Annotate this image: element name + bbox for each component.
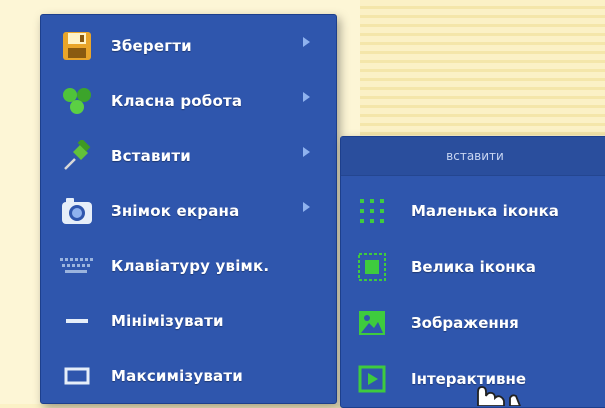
submenu-item-small-icon[interactable]: Маленька іконка — [341, 183, 605, 239]
main-context-menu: Зберегти Класна робота Вставити Знімок е… — [40, 14, 337, 404]
floppy-disk-icon — [57, 28, 97, 64]
submenu-arrow-icon — [303, 202, 310, 212]
submenu-header: вставити — [341, 137, 605, 176]
submenu-item-label: Зображення — [411, 314, 519, 332]
menu-item-label: Мінімізувати — [111, 312, 224, 330]
submenu-item-label: Маленька іконка — [411, 202, 559, 220]
submenu-arrow-icon — [303, 92, 310, 102]
large-icon-icon — [355, 250, 389, 284]
pushpin-icon — [57, 138, 97, 174]
camera-icon — [57, 193, 97, 229]
insert-submenu: вставити Маленька іконка Велика іконка З… — [340, 136, 605, 408]
minimize-icon — [57, 303, 97, 339]
submenu-arrow-icon — [303, 37, 310, 47]
menu-item-label: Класна робота — [111, 92, 243, 110]
menu-item-label: Знімок екрана — [111, 202, 240, 220]
small-icon-grid-icon — [355, 194, 389, 228]
interactive-play-icon — [355, 362, 389, 396]
submenu-item-large-icon[interactable]: Велика іконка — [341, 239, 605, 295]
menu-item-label: Клавіатуру увімк. — [111, 257, 270, 275]
submenu-arrow-icon — [303, 147, 310, 157]
submenu-item-image[interactable]: Зображення — [341, 295, 605, 351]
image-icon — [355, 306, 389, 340]
menu-item-maximize[interactable]: Максимізувати — [41, 348, 336, 404]
menu-item-save[interactable]: Зберегти — [41, 18, 336, 74]
menu-item-label: Зберегти — [111, 37, 192, 55]
menu-item-label: Вставити — [111, 147, 191, 165]
hand-cursor-icon — [477, 386, 521, 406]
menu-item-minimize[interactable]: Мінімізувати — [41, 293, 336, 349]
menu-item-insert[interactable]: Вставити — [41, 128, 336, 184]
keyboard-icon — [57, 248, 97, 284]
maximize-icon — [57, 358, 97, 394]
menu-item-screenshot[interactable]: Знімок екрана — [41, 183, 336, 239]
submenu-item-label: Велика іконка — [411, 258, 536, 276]
menu-item-classwork[interactable]: Класна робота — [41, 73, 336, 129]
green-dots-icon — [57, 83, 97, 119]
menu-item-keyboard[interactable]: Клавіатуру увімк. — [41, 238, 336, 294]
menu-item-label: Максимізувати — [111, 367, 243, 385]
